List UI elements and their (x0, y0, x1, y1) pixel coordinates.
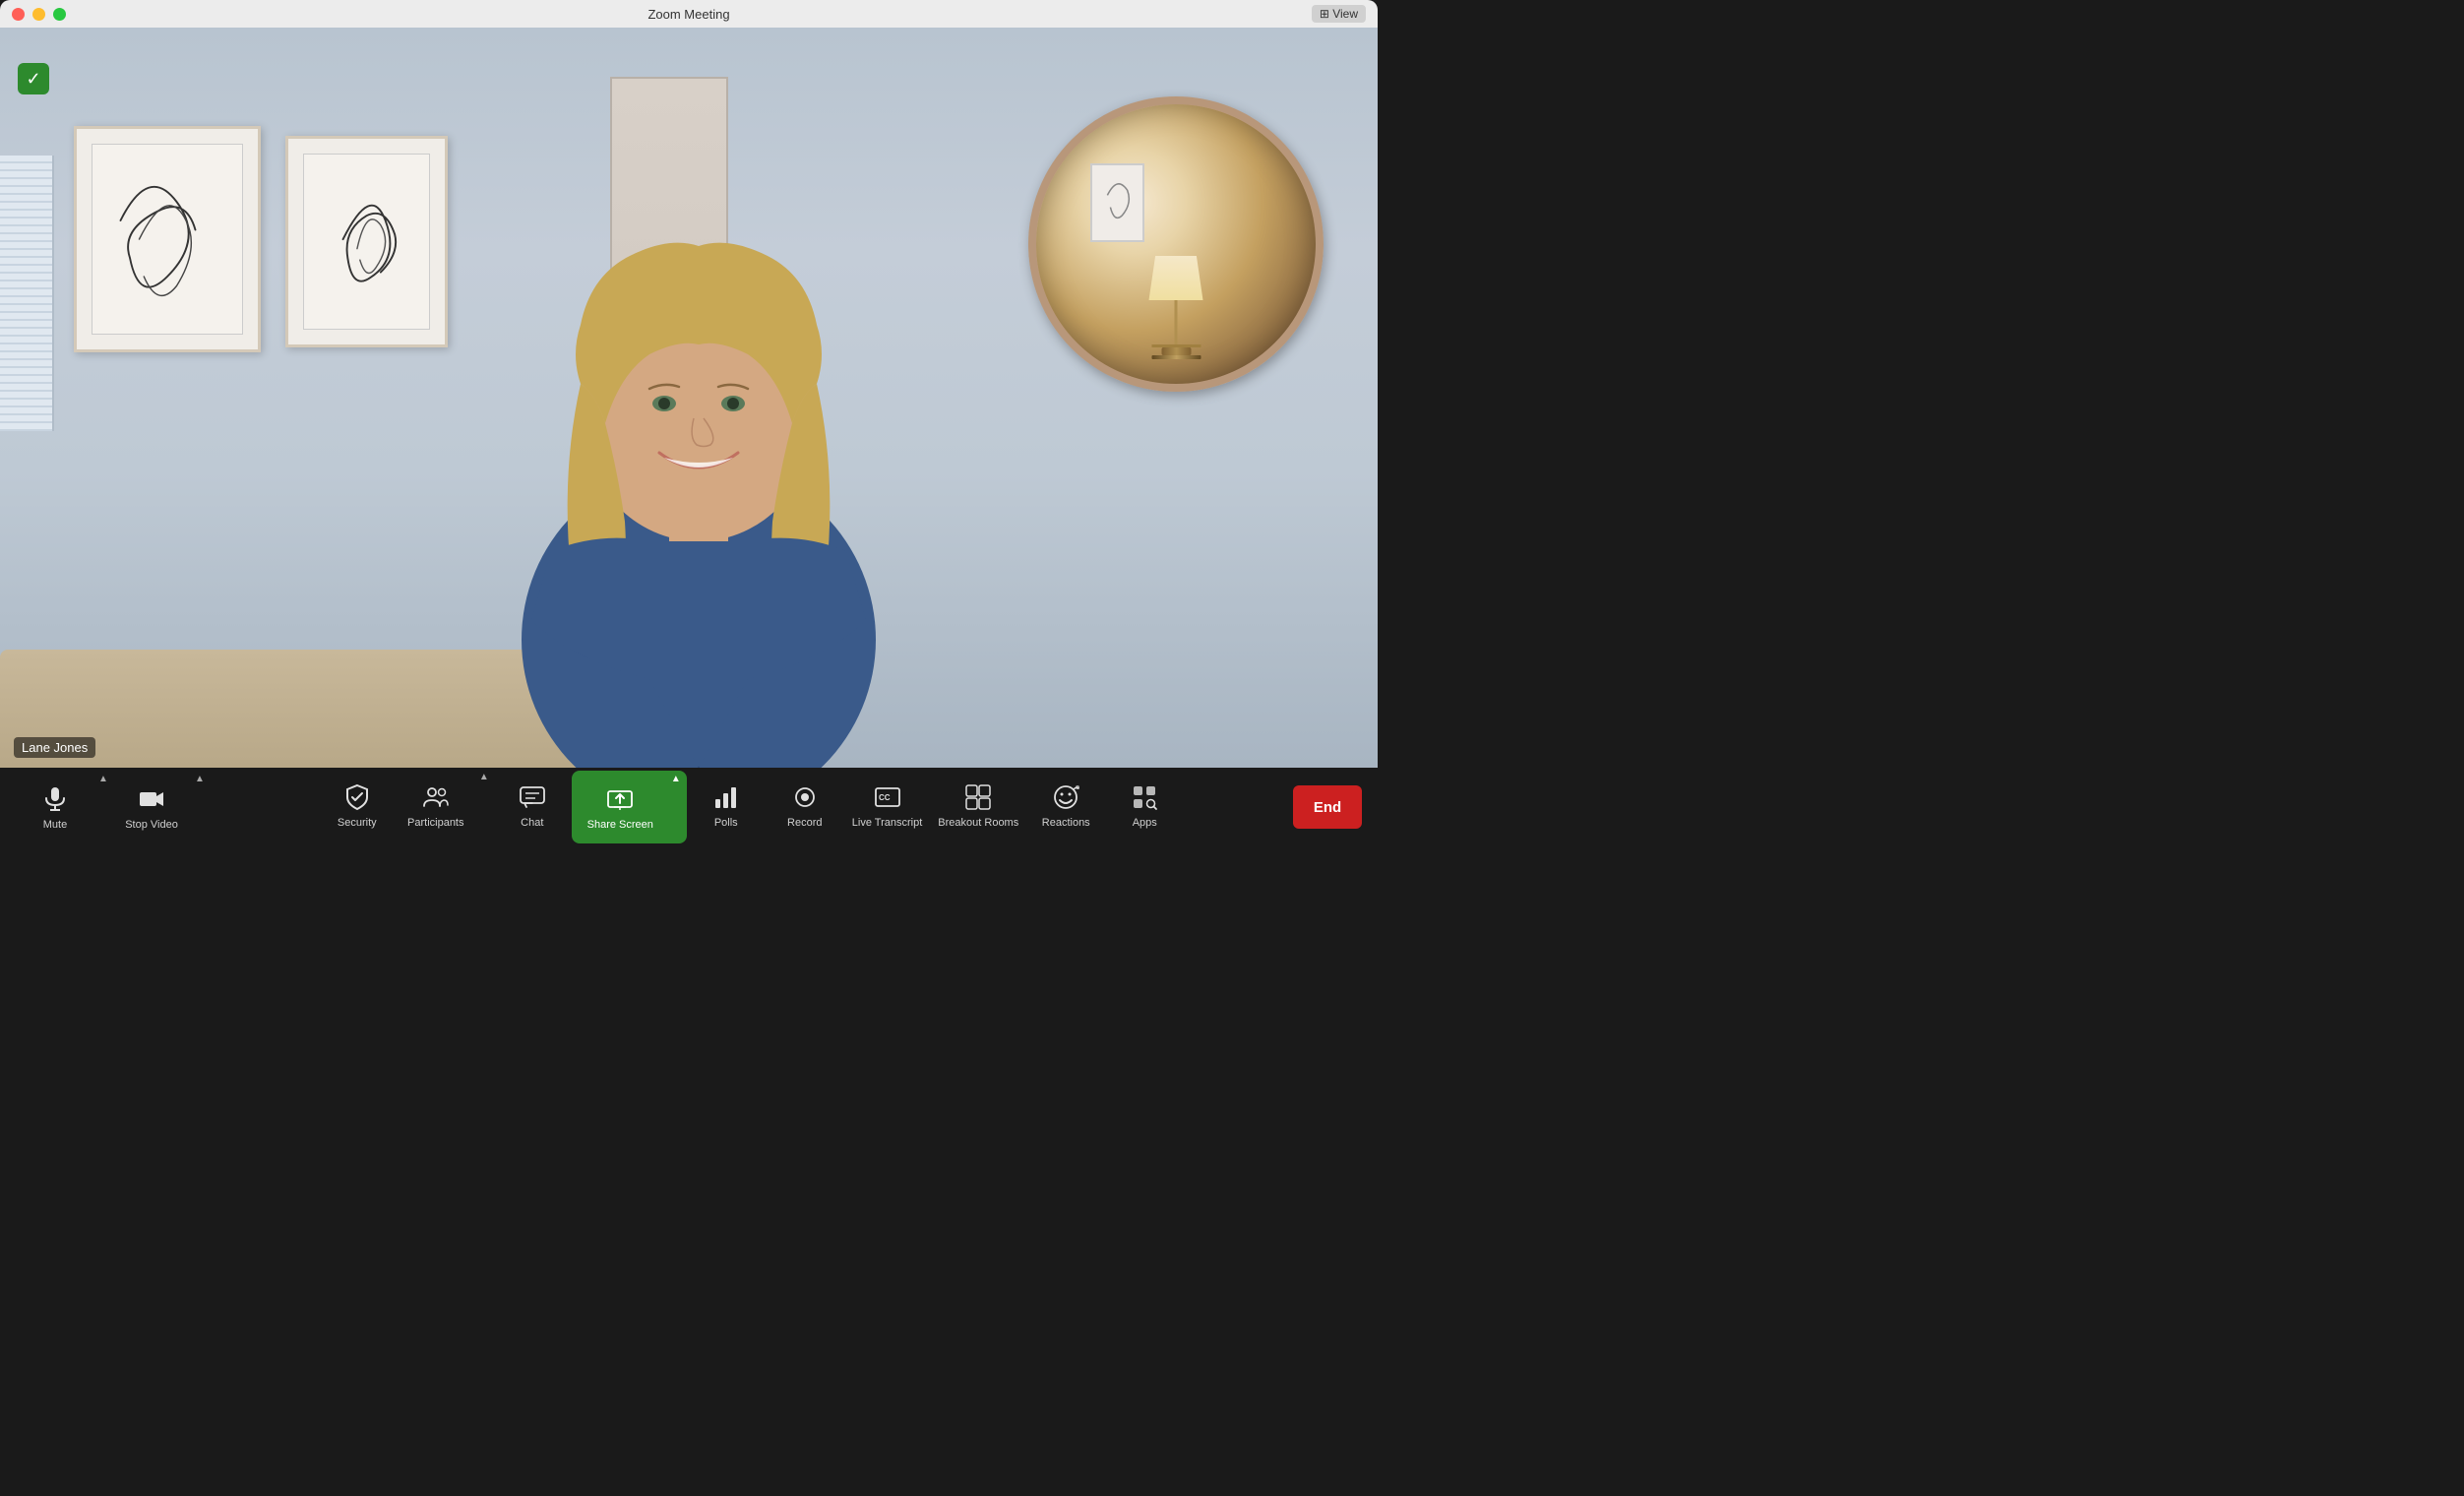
toolbar-right: End (1293, 785, 1362, 829)
art-frame-2-inner (303, 154, 430, 330)
chat-button[interactable]: Chat (493, 771, 572, 840)
video-area: ✓ Lane Jones (0, 28, 1378, 768)
apps-button[interactable]: Apps (1105, 771, 1184, 840)
share-screen-button-group: Share Screen ▲ (572, 771, 687, 843)
polls-icon (712, 781, 740, 813)
participants-icon (422, 781, 450, 813)
polls-button[interactable]: Polls (687, 771, 766, 840)
toolbar: Mute ▲ Stop Video ▲ (0, 768, 1378, 846)
participant-name-label: Lane Jones (14, 737, 95, 758)
participants-label: Participants (407, 817, 463, 829)
room-background: ✓ Lane Jones (0, 28, 1378, 768)
security-icon (343, 781, 371, 813)
reactions-label: Reactions (1042, 817, 1090, 829)
mute-button[interactable]: Mute (16, 773, 94, 842)
reactions-icon (1052, 781, 1079, 813)
participants-button[interactable]: Participants (397, 771, 475, 840)
svg-text:CC: CC (879, 793, 891, 802)
mirror (1028, 96, 1324, 392)
stop-video-label: Stop Video (125, 819, 178, 831)
share-screen-label: Share Screen (587, 819, 653, 831)
art-frame-2 (285, 136, 448, 347)
toolbar-center: Security Participants ▲ (209, 771, 1293, 843)
end-button[interactable]: End (1293, 785, 1362, 829)
record-label: Record (787, 817, 822, 829)
share-inner: Share Screen ▲ (574, 773, 685, 842)
shield-badge: ✓ (18, 63, 49, 94)
maximize-button[interactable] (53, 8, 66, 21)
art-frame-1-inner (92, 144, 243, 335)
chat-icon (519, 781, 546, 813)
live-transcript-label: Live Transcript (852, 817, 923, 829)
security-button[interactable]: Security (318, 771, 397, 840)
stop-video-button-group: Stop Video ▲ (112, 773, 209, 842)
breakout-rooms-icon (964, 781, 992, 813)
window-title: Zoom Meeting (647, 7, 729, 22)
window-controls (12, 8, 66, 21)
view-button[interactable]: ⊞ View (1312, 5, 1366, 23)
breakout-rooms-label: Breakout Rooms (938, 817, 1018, 829)
share-screen-icon (606, 783, 634, 815)
live-transcript-icon: CC (874, 781, 901, 813)
video-camera-icon (138, 783, 165, 815)
mirror-lamp (1149, 256, 1203, 359)
security-label: Security (338, 817, 377, 829)
mute-label: Mute (43, 819, 67, 831)
participants-button-group: Participants ▲ (397, 771, 493, 843)
toolbar-left: Mute ▲ Stop Video ▲ (16, 773, 209, 842)
mute-button-group: Mute ▲ (16, 773, 112, 842)
share-screen-button[interactable]: Share Screen (574, 773, 667, 842)
titlebar: Zoom Meeting ⊞ View (0, 0, 1378, 28)
breakout-rooms-button[interactable]: Breakout Rooms (930, 771, 1026, 840)
record-button[interactable]: Record (766, 771, 844, 840)
stop-video-button[interactable]: Stop Video (112, 773, 191, 842)
window-frame (0, 156, 54, 431)
live-transcript-button[interactable]: CC Live Transcript (844, 771, 931, 840)
apps-label: Apps (1133, 817, 1157, 829)
polls-label: Polls (714, 817, 738, 829)
microphone-icon (41, 783, 69, 815)
apps-icon (1131, 781, 1158, 813)
art-frame-1 (74, 126, 261, 352)
window-blind (0, 156, 52, 431)
person-video (453, 128, 945, 768)
close-button[interactable] (12, 8, 25, 21)
record-icon (791, 781, 819, 813)
reactions-button[interactable]: Reactions (1026, 771, 1105, 840)
chat-label: Chat (521, 817, 543, 829)
minimize-button[interactable] (32, 8, 45, 21)
mirror-frame (1090, 163, 1144, 242)
